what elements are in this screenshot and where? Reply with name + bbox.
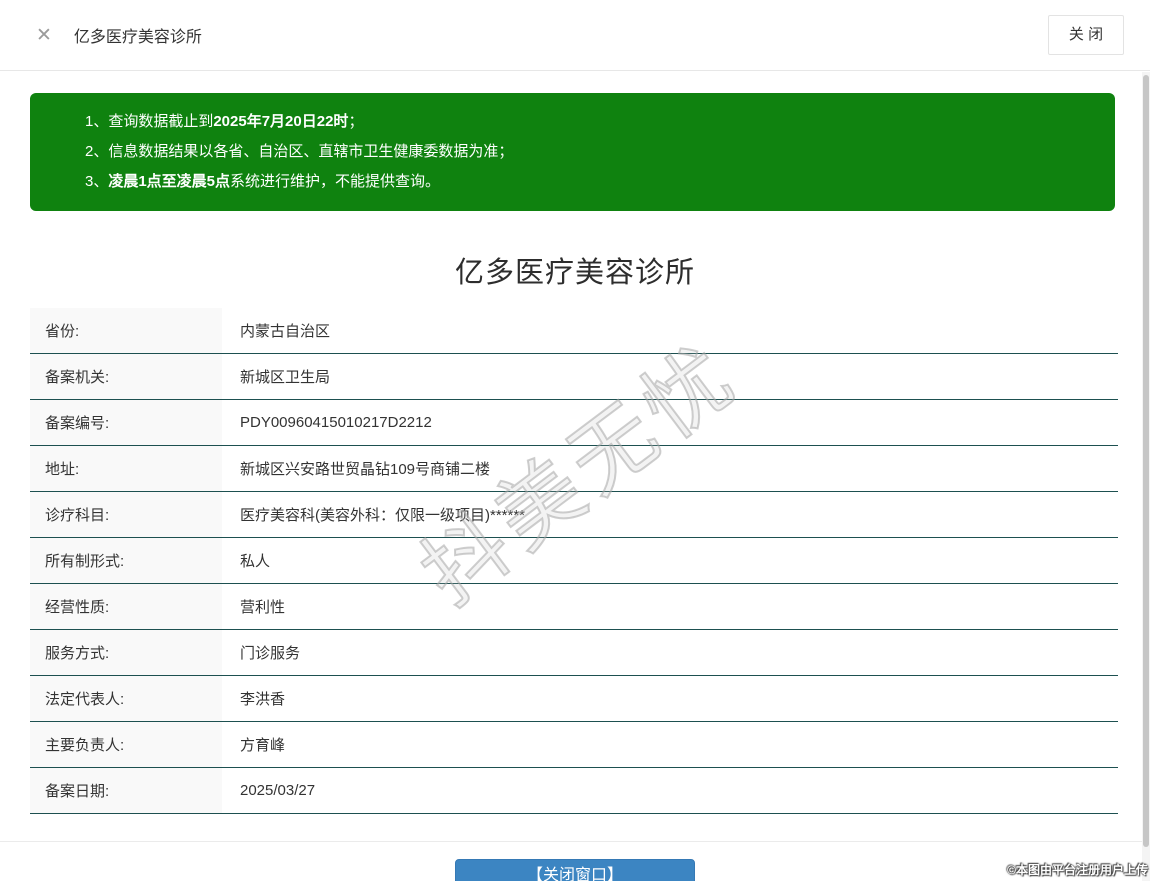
row-label: 备案日期: <box>30 768 222 813</box>
close-button[interactable]: 关 闭 <box>1048 15 1124 55</box>
close-x-icon[interactable]: ✕ <box>36 26 52 45</box>
page-title: 亿多医疗美容诊所 <box>454 257 695 289</box>
notice-text: 2、信息数据结果以各省、自治区、直辖市卫生健康委数据为准； <box>85 143 514 160</box>
notice-text: 系统进行维护，不能提供查询。 <box>230 173 441 190</box>
row-label: 地址: <box>30 446 222 491</box>
row-value: 2025/03/27 <box>222 768 1118 813</box>
scrollbar-track[interactable] <box>1142 72 1150 881</box>
table-row: 主要负责人: 方育峰 <box>30 722 1118 768</box>
notice-box: 1、查询数据截止到2025年7月20日22时； 2、信息数据结果以各省、自治区、… <box>30 93 1115 211</box>
row-label: 法定代表人: <box>30 676 222 721</box>
table-row: 地址: 新城区兴安路世贸晶钻109号商铺二楼 <box>30 446 1118 492</box>
notice-bold-text: 凌晨1点至凌晨5点 <box>108 173 231 190</box>
row-value: 私人 <box>222 538 1118 583</box>
row-label: 经营性质: <box>30 584 222 629</box>
row-value: 新城区兴安路世贸晶钻109号商铺二楼 <box>222 446 1118 491</box>
footer: 【关闭窗口】 <box>0 842 1150 881</box>
table-row: 法定代表人: 李洪香 <box>30 676 1118 722</box>
row-label: 服务方式: <box>30 630 222 675</box>
row-label: 诊疗科目: <box>30 492 222 537</box>
table-row: 所有制形式: 私人 <box>30 538 1118 584</box>
row-value: 医疗美容科(美容外科：仅限一级项目)****** <box>222 492 1118 537</box>
row-value: 营利性 <box>222 584 1118 629</box>
notice-text: ； <box>348 113 364 130</box>
notice-item: 2、信息数据结果以各省、自治区、直辖市卫生健康委数据为准； <box>85 137 1095 167</box>
notice-bold-text: 2025年7月20日22时 <box>213 113 349 130</box>
table-row: 备案编号: PDY00960415010217D2212 <box>30 400 1118 446</box>
notice-item: 1、查询数据截止到2025年7月20日22时； <box>85 107 1095 137</box>
notice-item: 3、凌晨1点至凌晨5点系统进行维护，不能提供查询。 <box>85 167 1095 197</box>
row-value: 李洪香 <box>222 676 1118 721</box>
row-value: 内蒙古自治区 <box>222 308 1118 353</box>
close-window-button[interactable]: 【关闭窗口】 <box>455 859 695 881</box>
row-label: 主要负责人: <box>30 722 222 767</box>
row-value: PDY00960415010217D2212 <box>222 400 1118 445</box>
copyright-watermark: ©本图由平台注册用户上传 <box>1007 863 1148 877</box>
notice-text: 3、 <box>85 173 109 190</box>
table-row: 服务方式: 门诊服务 <box>30 630 1118 676</box>
row-value: 新城区卫生局 <box>222 354 1118 399</box>
row-label: 备案机关: <box>30 354 222 399</box>
row-value: 门诊服务 <box>222 630 1118 675</box>
row-label: 所有制形式: <box>30 538 222 583</box>
table-row: 诊疗科目: 医疗美容科(美容外科：仅限一级项目)****** <box>30 492 1118 538</box>
table-row: 省份: 内蒙古自治区 <box>30 308 1118 354</box>
table-row: 经营性质: 营利性 <box>30 584 1118 630</box>
row-label: 备案编号: <box>30 400 222 445</box>
row-label: 省份: <box>30 308 222 353</box>
window-title: 亿多医疗美容诊所 <box>73 29 202 46</box>
row-value: 方育峰 <box>222 722 1118 767</box>
table-row: 备案日期: 2025/03/27 <box>30 768 1118 814</box>
table-row: 备案机关: 新城区卫生局 <box>30 354 1118 400</box>
window-header: ✕ 亿多医疗美容诊所 关 闭 <box>0 0 1150 71</box>
info-table: 省份: 内蒙古自治区 备案机关: 新城区卫生局 备案编号: PDY0096041… <box>30 308 1118 814</box>
notice-text: 1、查询数据截止到 <box>85 113 214 130</box>
scrollbar-thumb[interactable] <box>1143 75 1149 847</box>
